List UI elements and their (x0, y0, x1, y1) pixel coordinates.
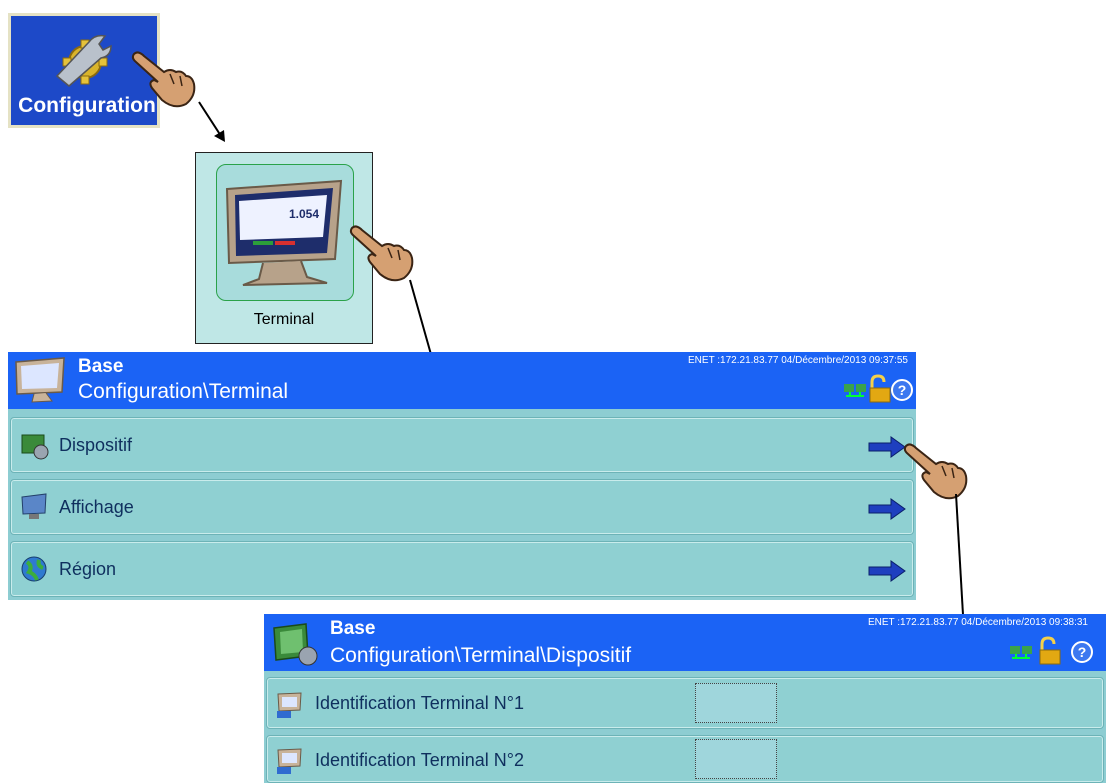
field-row-terminal-id-2: Identification Terminal N°2 (266, 735, 1104, 783)
terminal-id-2-input[interactable] (695, 739, 777, 779)
screen-title: Base (330, 618, 376, 639)
terminal-id-icon (277, 692, 302, 718)
menu-item-region[interactable]: Région (10, 541, 914, 597)
terminal-icon (15, 357, 65, 403)
pointing-hand-icon (349, 225, 414, 282)
padlock-icon[interactable] (866, 374, 892, 404)
breadcrumb-path: Configuration\Terminal\Dispositif (330, 644, 632, 667)
globe-icon (21, 556, 47, 582)
pointing-hand-icon (131, 51, 196, 108)
device-config-screen: Base Configuration\Terminal\Dispositif E… (264, 614, 1106, 783)
device-icon (273, 623, 318, 666)
terminal-tile[interactable]: 1.054 Terminal (195, 152, 373, 344)
terminal-display-icon (225, 179, 343, 286)
title-bar: Base Configuration\Terminal ENET :172.21… (8, 352, 916, 409)
help-icon[interactable]: ? (890, 378, 914, 402)
device-icon (21, 434, 49, 460)
terminal-label: Terminal (253, 311, 315, 328)
terminal-icon-frame: 1.054 (216, 164, 354, 301)
menu-item-label: Région (59, 559, 117, 579)
svg-text:?: ? (898, 382, 907, 398)
menu-item-label: Dispositif (59, 435, 133, 455)
terminal-screen-readout: 1.054 (289, 207, 320, 221)
screen-title: Base (78, 356, 124, 377)
terminal-config-screen: Base Configuration\Terminal ENET :172.21… (8, 352, 916, 600)
terminal-id-icon (277, 748, 302, 774)
monitor-icon (21, 493, 47, 519)
terminal-id-1-input[interactable] (695, 683, 777, 723)
menu-item-dispositif[interactable]: Dispositif (10, 417, 914, 473)
menu-item-label: Affichage (59, 497, 134, 517)
padlock-icon[interactable] (1036, 636, 1062, 666)
help-icon[interactable]: ? (1070, 640, 1094, 664)
status-line: ENET :172.21.83.77 04/Décembre/2013 09:3… (868, 617, 1088, 628)
flow-arrow (198, 101, 225, 142)
arrow-right-icon[interactable] (867, 435, 907, 459)
arrow-right-icon[interactable] (867, 559, 907, 583)
field-label: Identification Terminal N°2 (315, 750, 524, 770)
arrow-right-icon[interactable] (867, 497, 907, 521)
field-row-terminal-id-1: Identification Terminal N°1 (266, 677, 1104, 729)
breadcrumb-path: Configuration\Terminal (78, 380, 289, 403)
status-line: ENET :172.21.83.77 04/Décembre/2013 09:3… (688, 355, 908, 366)
field-label: Identification Terminal N°1 (315, 693, 524, 713)
menu-item-affichage[interactable]: Affichage (10, 479, 914, 535)
network-icon (1010, 646, 1032, 659)
svg-text:?: ? (1078, 644, 1087, 660)
title-bar: Base Configuration\Terminal\Dispositif E… (264, 614, 1106, 671)
wrench-gear-icon (55, 34, 112, 87)
